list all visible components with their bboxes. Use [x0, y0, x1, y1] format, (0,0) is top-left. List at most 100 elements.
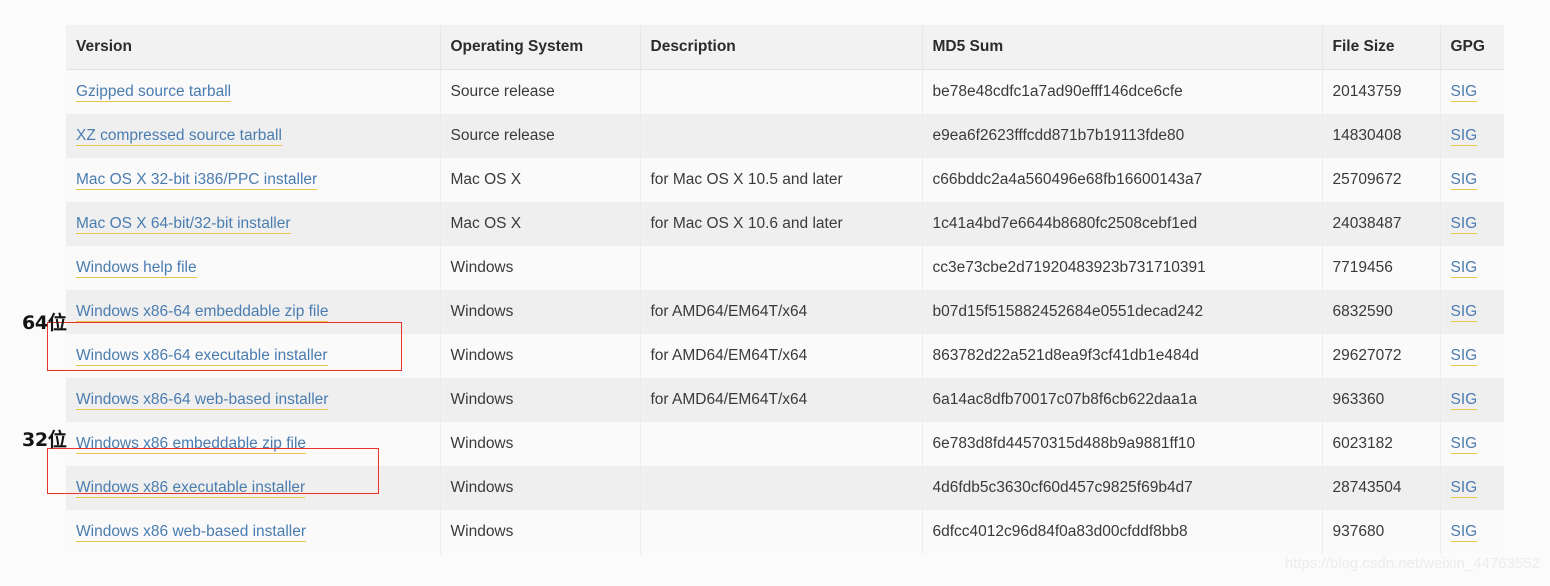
- cell-version: Windows help file: [66, 246, 440, 290]
- cell-md5-sum: 6a14ac8dfb70017c07b8f6cb622daa1a: [922, 378, 1322, 422]
- download-link[interactable]: Windows x86-64 web-based installer: [76, 391, 328, 410]
- cell-gpg: SIG: [1440, 510, 1504, 554]
- gpg-sig-link[interactable]: SIG: [1451, 127, 1478, 146]
- cell-md5-sum: c66bddc2a4a560496e68fb16600143a7: [922, 158, 1322, 202]
- table-row: Windows x86-64 web-based installer Window…: [66, 378, 1504, 422]
- download-link[interactable]: XZ compressed source tarball: [76, 127, 282, 146]
- gpg-sig-link[interactable]: SIG: [1451, 391, 1478, 410]
- gpg-sig-link[interactable]: SIG: [1451, 523, 1478, 542]
- cell-operating-system: Windows: [440, 466, 640, 510]
- annotation-label-32bit: 32位: [22, 425, 67, 452]
- gpg-sig-link[interactable]: SIG: [1451, 347, 1478, 366]
- cell-md5-sum: e9ea6f2623fffcdd871b7b19113fde80: [922, 114, 1322, 158]
- cell-md5-sum: 1c41a4bd7e6644b8680fc2508cebf1ed: [922, 202, 1322, 246]
- table-row: Windows x86-64 embeddable zip fileWindow…: [66, 290, 1504, 334]
- cell-operating-system: Windows: [440, 510, 640, 554]
- cell-operating-system: Windows: [440, 334, 640, 378]
- cell-description: for AMD64/EM64T/x64: [640, 290, 922, 334]
- python-downloads-table: Version Operating System Description MD5…: [66, 25, 1504, 554]
- gpg-sig-link[interactable]: SIG: [1451, 303, 1478, 322]
- column-header-gpg: GPG: [1440, 25, 1504, 70]
- cell-md5-sum: 4d6fdb5c3630cf60d457c9825f69b4d7: [922, 466, 1322, 510]
- cell-file-size: 6023182: [1322, 422, 1440, 466]
- cell-gpg: SIG: [1440, 466, 1504, 510]
- cell-version: Gzipped source tarball: [66, 70, 440, 115]
- cell-gpg: SIG: [1440, 246, 1504, 290]
- table-row: Windows x86 executable installer Windows 4…: [66, 466, 1504, 510]
- cell-gpg: SIG: [1440, 334, 1504, 378]
- table-row: Windows x86 web-based installer Windows 6d…: [66, 510, 1504, 554]
- download-link[interactable]: Windows help file: [76, 259, 197, 278]
- cell-version: Mac OS X 32-bit i386/PPC installer: [66, 158, 440, 202]
- cell-version: Mac OS X 64-bit/32-bit installer: [66, 202, 440, 246]
- cell-description: [640, 510, 922, 554]
- cell-file-size: 937680: [1322, 510, 1440, 554]
- cell-operating-system: Mac OS X: [440, 158, 640, 202]
- table-row: XZ compressed source tarball Source relea…: [66, 114, 1504, 158]
- cell-description: [640, 466, 922, 510]
- cell-operating-system: Mac OS X: [440, 202, 640, 246]
- download-link[interactable]: Windows x86 web-based installer: [76, 523, 306, 542]
- cell-description: for AMD64/EM64T/x64: [640, 378, 922, 422]
- download-link[interactable]: Mac OS X 32-bit i386/PPC installer: [76, 171, 317, 190]
- gpg-sig-link[interactable]: SIG: [1451, 259, 1478, 278]
- cell-description: [640, 70, 922, 115]
- column-header-description: Description: [640, 25, 922, 70]
- download-link[interactable]: Mac OS X 64-bit/32-bit installer: [76, 215, 291, 234]
- table-header: Version Operating System Description MD5…: [66, 25, 1504, 70]
- cell-operating-system: Windows: [440, 378, 640, 422]
- cell-operating-system: Source release: [440, 70, 640, 115]
- cell-gpg: SIG: [1440, 202, 1504, 246]
- table-row: Windows x86 embeddable zip file Windows 6e…: [66, 422, 1504, 466]
- download-link[interactable]: Windows x86 executable installer: [76, 479, 305, 498]
- table-row: Gzipped source tarballSource releasebe78…: [66, 70, 1504, 115]
- cell-md5-sum: 6e783d8fd44570315d488b9a9881ff10: [922, 422, 1322, 466]
- cell-description: [640, 246, 922, 290]
- download-link[interactable]: Windows x86-64 embeddable zip file: [76, 303, 328, 322]
- cell-description: [640, 422, 922, 466]
- table-row: Mac OS X 64-bit/32-bit installer Mac OS X…: [66, 202, 1504, 246]
- cell-description: for Mac OS X 10.6 and later: [640, 202, 922, 246]
- cell-gpg: SIG: [1440, 114, 1504, 158]
- cell-gpg: SIG: [1440, 70, 1504, 115]
- gpg-sig-link[interactable]: SIG: [1451, 83, 1478, 102]
- gpg-sig-link[interactable]: SIG: [1451, 171, 1478, 190]
- cell-operating-system: Windows: [440, 422, 640, 466]
- cell-md5-sum: b07d15f515882452684e0551decad242: [922, 290, 1322, 334]
- column-header-operating-system: Operating System: [440, 25, 640, 70]
- cell-file-size: 14830408: [1322, 114, 1440, 158]
- table-row: Windows help file Windows cc3e73cbe2d71920…: [66, 246, 1504, 290]
- gpg-sig-link[interactable]: SIG: [1451, 435, 1478, 454]
- table-row: Mac OS X 32-bit i386/PPC installer Mac OS…: [66, 158, 1504, 202]
- cell-description: [640, 114, 922, 158]
- cell-file-size: 963360: [1322, 378, 1440, 422]
- download-link[interactable]: Windows x86-64 executable installer: [76, 347, 328, 366]
- column-header-version: Version: [66, 25, 440, 70]
- table-row: Windows x86-64 executable installer Windo…: [66, 334, 1504, 378]
- cell-version: Windows x86 embeddable zip file: [66, 422, 440, 466]
- cell-version: XZ compressed source tarball: [66, 114, 440, 158]
- cell-gpg: SIG: [1440, 378, 1504, 422]
- cell-version: Windows x86-64 web-based installer: [66, 378, 440, 422]
- cell-file-size: 29627072: [1322, 334, 1440, 378]
- gpg-sig-link[interactable]: SIG: [1451, 215, 1478, 234]
- column-header-md5-sum: MD5 Sum: [922, 25, 1322, 70]
- cell-file-size: 20143759: [1322, 70, 1440, 115]
- cell-operating-system: Windows: [440, 246, 640, 290]
- table-header-row: Version Operating System Description MD5…: [66, 25, 1504, 70]
- cell-version: Windows x86-64 embeddable zip file: [66, 290, 440, 334]
- cell-md5-sum: 6dfcc4012c96d84f0a83d00cfddf8bb8: [922, 510, 1322, 554]
- cell-version: Windows x86 executable installer: [66, 466, 440, 510]
- cell-gpg: SIG: [1440, 422, 1504, 466]
- download-link[interactable]: Windows x86 embeddable zip file: [76, 435, 306, 454]
- cell-operating-system: Source release: [440, 114, 640, 158]
- cell-md5-sum: 863782d22a521d8ea9f3cf41db1e484d: [922, 334, 1322, 378]
- cell-md5-sum: cc3e73cbe2d71920483923b731710391: [922, 246, 1322, 290]
- download-link[interactable]: Gzipped source tarball: [76, 83, 231, 102]
- table-body: Gzipped source tarballSource releasebe78…: [66, 70, 1504, 555]
- cell-description: for AMD64/EM64T/x64: [640, 334, 922, 378]
- cell-file-size: 7719456: [1322, 246, 1440, 290]
- column-header-file-size: File Size: [1322, 25, 1440, 70]
- cell-gpg: SIG: [1440, 290, 1504, 334]
- gpg-sig-link[interactable]: SIG: [1451, 479, 1478, 498]
